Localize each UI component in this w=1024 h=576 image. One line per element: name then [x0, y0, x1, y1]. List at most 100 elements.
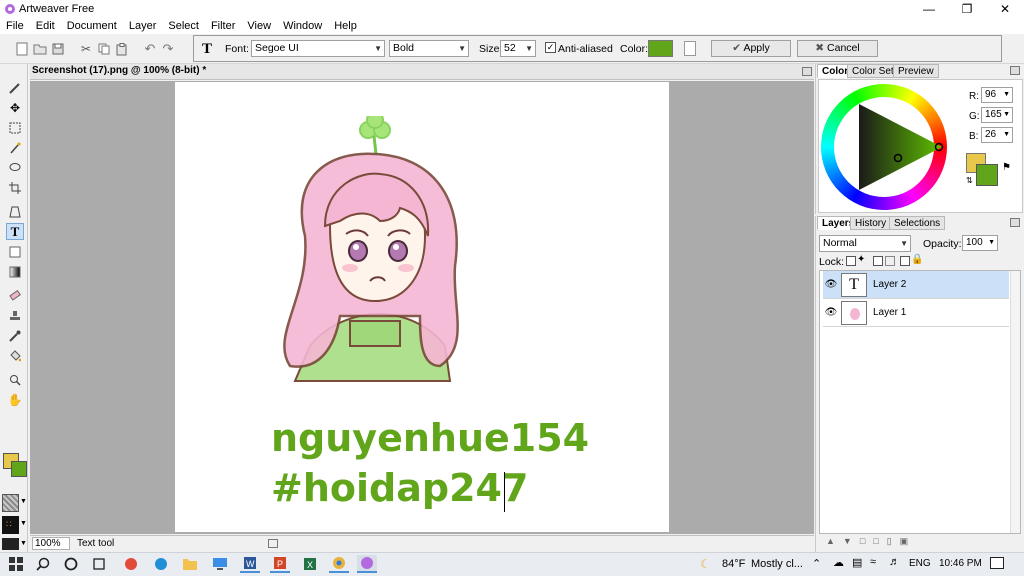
- delete-layer-icon[interactable]: ▯: [887, 536, 900, 546]
- primary-color-swatch[interactable]: [976, 164, 998, 186]
- text-options-icon[interactable]: [684, 41, 696, 56]
- magic-wand-tool-icon[interactable]: [6, 139, 24, 156]
- menu-select[interactable]: Select: [168, 18, 199, 34]
- tab-preview[interactable]: Preview: [893, 64, 939, 78]
- font-style-select[interactable]: Bold ▼: [389, 40, 469, 57]
- swap-colors-icon[interactable]: ⇅: [966, 176, 973, 185]
- menu-filter[interactable]: Filter: [211, 18, 235, 34]
- g-input[interactable]: 165 ▼: [981, 107, 1013, 123]
- language-indicator[interactable]: ENG: [909, 558, 931, 569]
- foreground-color-swatch[interactable]: [11, 461, 27, 477]
- eye-icon[interactable]: 👁: [823, 307, 839, 318]
- chevron-down-icon[interactable]: ▼: [20, 498, 27, 505]
- close-button[interactable]: ✕: [986, 0, 1024, 18]
- show-hidden-icons-icon[interactable]: ⌃: [812, 557, 821, 570]
- b-input[interactable]: 26 ▼: [981, 127, 1013, 143]
- edge-icon[interactable]: [151, 555, 171, 573]
- gradient-tool-icon[interactable]: [6, 263, 24, 280]
- move-tool-icon[interactable]: ✥: [6, 99, 24, 116]
- redo-icon[interactable]: ↷: [160, 41, 176, 57]
- excel-icon[interactable]: X: [300, 555, 320, 573]
- text-color-swatch[interactable]: [648, 40, 673, 57]
- crop-tool-icon[interactable]: [6, 179, 24, 196]
- minimize-button[interactable]: —: [910, 0, 948, 18]
- lock-all-checkbox[interactable]: [900, 256, 910, 266]
- new-layer-icon[interactable]: □: [873, 536, 886, 546]
- canvas-text-line-1[interactable]: nguyenhue154: [271, 416, 589, 460]
- weather-temp[interactable]: 84°F: [722, 558, 745, 570]
- zoom-field[interactable]: 100%: [32, 537, 70, 550]
- menu-layer[interactable]: Layer: [129, 18, 157, 34]
- clock[interactable]: 10:46 PM: [939, 558, 982, 569]
- word-icon[interactable]: W: [240, 555, 260, 573]
- brush-tool-icon[interactable]: [6, 79, 24, 96]
- fill-bucket-tool-icon[interactable]: [6, 347, 24, 364]
- onedrive-icon[interactable]: ☁: [833, 556, 844, 569]
- texture-preview[interactable]: ∷: [2, 516, 19, 534]
- artweaver-taskbar-icon[interactable]: [357, 555, 377, 573]
- weather-icon[interactable]: ☾: [700, 557, 711, 571]
- computer-icon[interactable]: [210, 555, 230, 573]
- layer-row-1[interactable]: 👁 Layer 1: [823, 299, 1009, 327]
- stamp-tool-icon[interactable]: [6, 307, 24, 324]
- anti-aliased-checkbox[interactable]: ✓: [545, 42, 556, 53]
- task-view-icon[interactable]: [89, 555, 109, 573]
- lock-pixels-checkbox[interactable]: [873, 256, 883, 266]
- move-down-icon[interactable]: ▼: [843, 536, 860, 546]
- wifi-icon[interactable]: ≈: [870, 556, 876, 568]
- chrome-icon[interactable]: [329, 555, 349, 573]
- panel-menu-icon[interactable]: [1010, 218, 1020, 227]
- weather-text[interactable]: Mostly cl...: [751, 558, 803, 570]
- tab-history[interactable]: History: [850, 216, 892, 230]
- stamp-icon[interactable]: ⚑: [1002, 162, 1011, 173]
- menu-view[interactable]: View: [247, 18, 271, 34]
- undo-icon[interactable]: ↶: [142, 41, 158, 57]
- menu-document[interactable]: Document: [67, 18, 117, 34]
- search-icon[interactable]: [33, 555, 53, 573]
- size-input[interactable]: 52 ▼: [500, 40, 536, 57]
- cancel-button[interactable]: ✖ Cancel: [797, 40, 878, 57]
- layers-scrollbar[interactable]: [1010, 271, 1020, 533]
- move-up-icon[interactable]: ▲: [826, 536, 843, 546]
- canvas-text-line-2[interactable]: #hoidap247: [271, 466, 528, 510]
- paste-icon[interactable]: [114, 41, 130, 57]
- new-document-icon[interactable]: [14, 41, 30, 57]
- chevron-down-icon[interactable]: ▼: [20, 540, 27, 547]
- eraser-tool-icon[interactable]: [6, 287, 24, 304]
- chevron-down-icon[interactable]: ▼: [20, 520, 27, 527]
- save-icon[interactable]: [50, 41, 66, 57]
- r-input[interactable]: 96 ▼: [981, 87, 1013, 103]
- zoom-tool-icon[interactable]: [6, 371, 24, 388]
- menu-help[interactable]: Help: [334, 18, 357, 34]
- status-menu-icon[interactable]: [268, 539, 278, 548]
- font-select[interactable]: Segoe UI ▼: [251, 40, 385, 57]
- perspective-tool-icon[interactable]: [6, 203, 24, 220]
- restore-button[interactable]: ❐: [948, 0, 986, 18]
- menu-window[interactable]: Window: [283, 18, 322, 34]
- panel-menu-icon[interactable]: [1010, 66, 1020, 75]
- windows-start-icon[interactable]: [6, 555, 26, 573]
- tab-color-set[interactable]: Color Set: [847, 64, 899, 78]
- new-group-icon[interactable]: □: [860, 536, 873, 546]
- tab-selections[interactable]: Selections: [889, 216, 946, 230]
- volume-icon[interactable]: ♬: [889, 556, 900, 568]
- blend-mode-select[interactable]: Normal ▼: [819, 235, 911, 252]
- layer-row-2[interactable]: 👁 T Layer 2: [823, 271, 1009, 299]
- pattern-preview[interactable]: [2, 538, 19, 550]
- opacity-input[interactable]: 100 ▼: [962, 235, 998, 251]
- rect-select-tool-icon[interactable]: [6, 119, 24, 136]
- document-menu-icon[interactable]: [802, 67, 812, 76]
- cut-icon[interactable]: ✂: [78, 41, 94, 57]
- shape-tool-icon[interactable]: [6, 243, 24, 260]
- document-canvas[interactable]: nguyenhue154 #hoidap247: [175, 82, 669, 532]
- lock-transparency-checkbox[interactable]: [846, 256, 856, 266]
- eye-icon[interactable]: 👁: [823, 279, 839, 290]
- lasso-tool-icon[interactable]: [6, 159, 24, 176]
- apply-button[interactable]: ✔ Apply: [711, 40, 791, 57]
- color-saturation-triangle[interactable]: [854, 102, 946, 192]
- hand-tool-icon[interactable]: ✋: [6, 391, 24, 408]
- open-folder-icon[interactable]: [32, 41, 48, 57]
- network-icon[interactable]: ▤: [852, 556, 862, 569]
- powerpoint-icon[interactable]: P: [270, 555, 290, 573]
- copy-icon[interactable]: [96, 41, 112, 57]
